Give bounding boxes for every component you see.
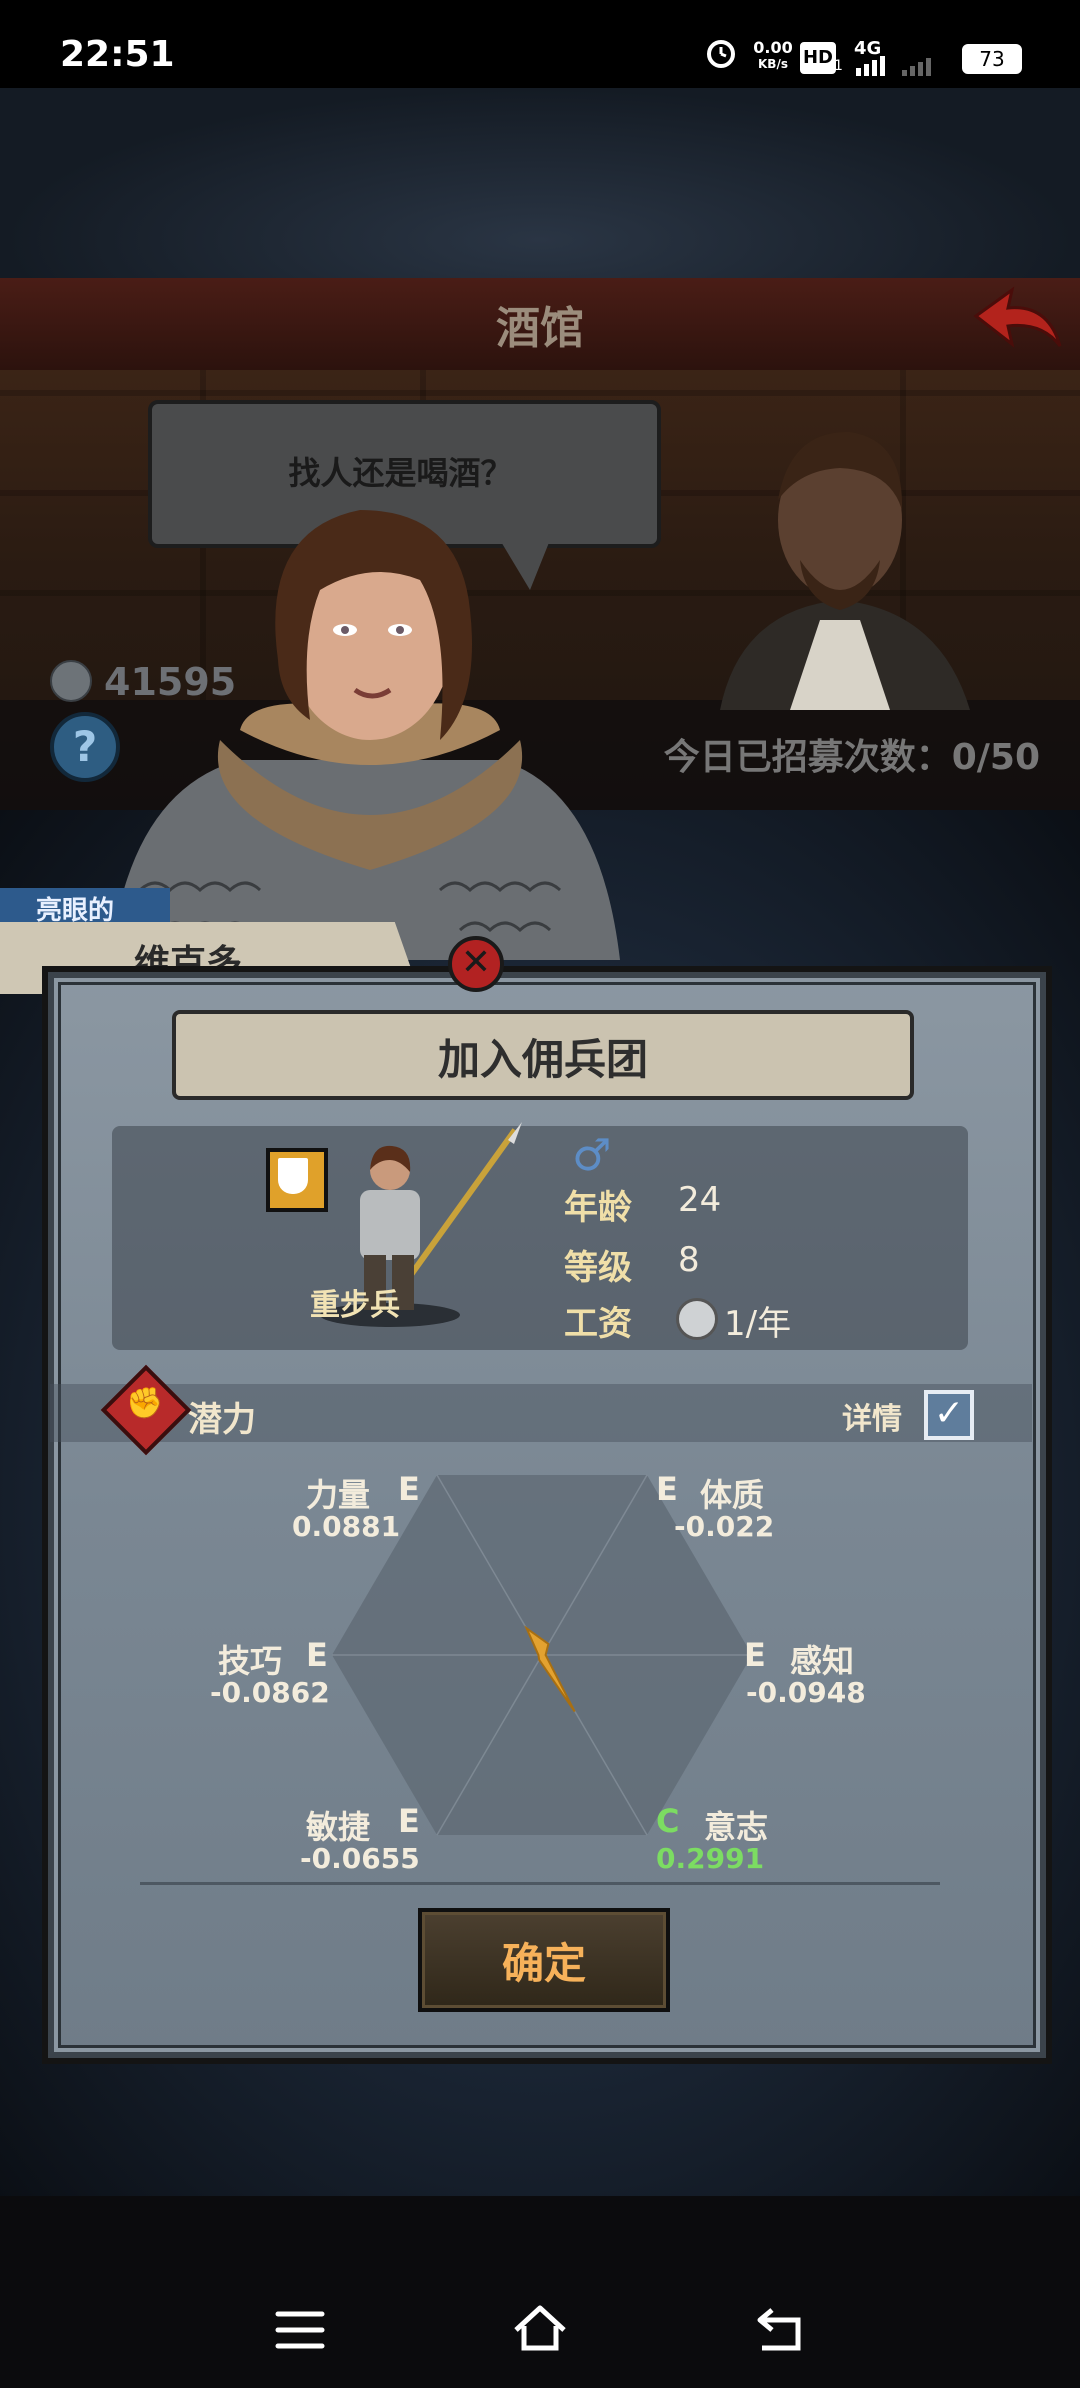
alarm-icon (704, 36, 738, 68)
speech-text: 找人还是喝酒？ (288, 454, 513, 492)
male-gender-icon: ♂ (572, 1130, 612, 1181)
home-icon[interactable] (510, 2300, 570, 2360)
attr-strength-grade: E (398, 1470, 420, 1508)
sim-number: 1 (834, 58, 843, 74)
detail-checkbox[interactable]: ✓ (924, 1390, 974, 1440)
attr-constitution-value: -0.022 (674, 1510, 775, 1543)
page-title: 酒馆 (496, 303, 584, 354)
wage-label: 工资 (564, 1304, 632, 1344)
back-arrow-icon[interactable] (972, 286, 1064, 356)
attr-agility-grade: E (398, 1802, 420, 1840)
scene-backdrop (0, 88, 1080, 278)
barkeeper-portrait (680, 410, 1000, 710)
menu-icon[interactable] (270, 2300, 330, 2360)
attr-skill-grade: E (306, 1636, 328, 1674)
dialog-title: 加入佣兵团 (437, 1035, 648, 1084)
divider (140, 1882, 940, 1885)
age-label: 年龄 (564, 1188, 632, 1228)
shield-icon (278, 1158, 308, 1194)
attr-perception-value: -0.0948 (746, 1676, 866, 1709)
potential-label: 潜力 (188, 1400, 256, 1440)
hd-icon: HD (800, 42, 836, 74)
status-time: 22:51 (60, 34, 175, 75)
detail-label: 详情 (842, 1402, 902, 1437)
level-label: 等级 (564, 1248, 632, 1288)
attr-agility-value: -0.0655 (300, 1842, 420, 1875)
attr-strength-value: 0.0881 (292, 1510, 401, 1543)
trait-label: 亮眼的 (36, 896, 115, 926)
battery-indicator: 73 (962, 44, 1022, 74)
attr-willpower-value: 0.2991 (656, 1842, 765, 1875)
silver-coin-icon (676, 1298, 718, 1340)
unit-info-panel (112, 1126, 968, 1350)
attr-constitution-grade: E (656, 1470, 678, 1508)
wage-value: 1/年 (724, 1304, 792, 1344)
class-name: 重步兵 (310, 1288, 400, 1323)
close-button[interactable]: ✕ (448, 936, 504, 992)
signal-icon (856, 56, 946, 80)
recruit-count: 今日已招募次数：0/50 (663, 737, 1040, 778)
coin-icon (50, 660, 92, 702)
fist-icon: ✊ (126, 1386, 164, 1421)
age-value: 24 (678, 1180, 722, 1220)
recruit-portrait (100, 490, 640, 960)
attr-willpower-grade: C (656, 1802, 680, 1840)
back-icon[interactable] (750, 2300, 810, 2360)
level-value: 8 (678, 1240, 700, 1280)
attr-perception-grade: E (744, 1636, 766, 1674)
confirm-button-label: 确定 (501, 1939, 586, 1988)
attr-skill-value: -0.0862 (210, 1676, 330, 1709)
net-speed: 0.00 KB/s (753, 38, 793, 72)
